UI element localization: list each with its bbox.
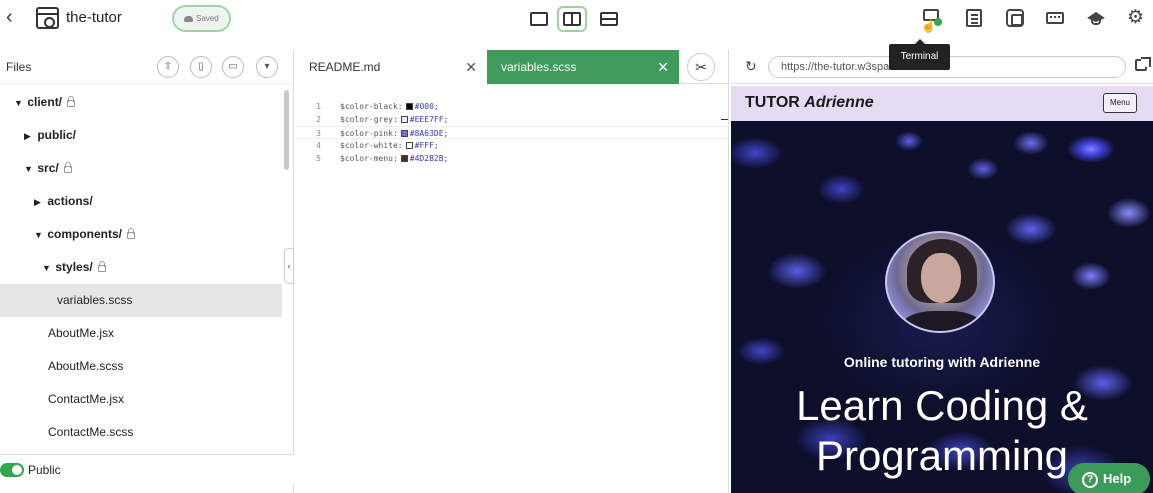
open-in-new-tab-icon[interactable] [1135, 57, 1151, 71]
tree-item-contactme-jsx[interactable]: ContactMe.jsx [0, 383, 282, 416]
reload-icon[interactable]: ↻ [745, 58, 757, 75]
public-toggle-row: Public [0, 454, 294, 484]
close-icon[interactable]: ✕ [465, 50, 477, 84]
lock-icon [63, 162, 72, 173]
avatar [885, 231, 995, 333]
files-label: Files [6, 60, 32, 74]
tree-item-client[interactable]: ▼ client/ [0, 86, 282, 119]
editor-tabs: README.md ✕ variables.scss ✕ ✂ [295, 50, 729, 84]
caret-down-icon: ▼ [14, 98, 23, 108]
layout-single-button[interactable] [524, 6, 554, 32]
cloud-icon [184, 15, 193, 22]
saved-status-badge: Saved [172, 5, 231, 32]
code-line: 5 $color-menu: #4D2B2B; [316, 154, 449, 163]
color-swatch [405, 142, 413, 149]
caret-right-icon: ▶ [24, 131, 31, 141]
graduation-cap-icon[interactable] [1087, 9, 1105, 27]
code-line: 3 $color-pink: #8A63DE; [295, 126, 729, 139]
split-vertical-icon [563, 12, 581, 26]
caret-right-icon: ▶ [34, 197, 41, 207]
new-file-icon[interactable]: ▯ [190, 56, 212, 78]
tree-item-public[interactable]: ▶ public/ [0, 119, 282, 152]
tree-item-components[interactable]: ▼ components/ [0, 218, 282, 251]
saved-label: Saved [196, 14, 219, 23]
project-icon [36, 7, 59, 29]
editor-tools-icon[interactable]: ✂ [687, 53, 715, 81]
site-navbar: TUTOR Adrienne Menu [731, 86, 1153, 121]
keyboard-icon[interactable] [1046, 12, 1064, 24]
notes-icon[interactable] [966, 9, 982, 27]
text-cursor [721, 119, 728, 120]
new-folder-icon[interactable]: ▭ [222, 56, 244, 78]
cpu-icon[interactable] [1006, 9, 1024, 27]
upload-icon[interactable]: ⇧ [157, 56, 179, 78]
public-toggle[interactable] [0, 463, 24, 477]
site-preview: TUTOR Adrienne Menu Online tutoring with… [731, 86, 1153, 493]
code-line: 4 $color-white: #FFF; [316, 141, 439, 150]
color-swatch [400, 130, 408, 137]
tree-item-contactme-scss[interactable]: ContactMe.scss [0, 416, 282, 449]
code-line: 1 $color-black: #000; [316, 102, 439, 111]
tree-item-aboutme-scss[interactable]: AboutMe.scss [0, 350, 282, 383]
project-title: the-tutor [66, 9, 122, 26]
files-header: Files ⇧ ▯ ▭ ▾ [0, 50, 294, 84]
split-horizontal-icon [600, 12, 618, 26]
tree-item-styles[interactable]: ▼ styles/ [0, 251, 282, 284]
caret-down-icon: ▼ [42, 263, 51, 273]
terminal-tooltip: Terminal [889, 39, 950, 70]
caret-down-icon: ▼ [24, 164, 33, 174]
tree-item-actions[interactable]: ▶ actions/ [0, 185, 282, 218]
hero-subtitle: Online tutoring with Adrienne [843, 354, 1041, 370]
tree-item-src[interactable]: ▼ src/ [0, 152, 282, 185]
lock-icon [67, 96, 76, 107]
layout-split-vertical-button[interactable] [557, 6, 587, 32]
back-arrow-icon[interactable]: ‹ [6, 7, 24, 28]
hero-section: Online tutoring with Adrienne Learn Codi… [731, 121, 1153, 493]
color-swatch [405, 103, 413, 110]
code-line: 2 $color-grey: #EEE7FF; [316, 115, 449, 124]
public-label: Public [28, 463, 61, 477]
question-icon: ? [1082, 472, 1098, 488]
top-bar: ‹ the-tutor Saved ☝ ⚙ [0, 0, 1153, 38]
tab-variables-scss[interactable]: variables.scss ✕ [487, 50, 679, 84]
site-brand[interactable]: TUTOR Adrienne [745, 94, 874, 112]
caret-down-icon: ▼ [34, 230, 43, 240]
file-tree-scrollbar[interactable] [284, 90, 289, 170]
single-pane-icon [530, 12, 548, 26]
files-panel: Files ⇧ ▯ ▭ ▾ ▼ client/ ▶ public/ ▼ src/… [0, 50, 294, 493]
tab-readme[interactable]: README.md ✕ [295, 50, 487, 84]
lock-icon [127, 228, 136, 239]
close-icon[interactable]: ✕ [657, 50, 669, 84]
layout-split-horizontal-button[interactable] [594, 6, 624, 32]
site-menu-button[interactable]: Menu [1103, 93, 1137, 113]
editor-panel: README.md ✕ variables.scss ✕ ✂ 1 $color-bla… [295, 50, 729, 493]
preview-panel: ↻ https://the-tutor.w3spaces.com TUTOR A… [731, 50, 1153, 493]
color-swatch [400, 155, 408, 162]
terminal-icon[interactable]: ☝ [921, 9, 942, 33]
color-swatch [400, 116, 408, 123]
hand-cursor-icon: ☝ [921, 19, 936, 33]
tree-item-aboutme-jsx[interactable]: AboutMe.jsx [0, 317, 282, 350]
help-button[interactable]: ? Help [1068, 463, 1150, 493]
lock-icon [97, 261, 106, 272]
gear-icon[interactable]: ⚙ [1127, 8, 1145, 27]
code-editor[interactable]: 1 $color-black: #000; 2 $color-grey: #EEE7FF… [295, 100, 729, 165]
dropdown-icon[interactable]: ▾ [256, 56, 278, 78]
tree-item-variables-scss[interactable]: variables.scss [0, 284, 282, 317]
collapse-panel-handle[interactable]: ‹ [284, 248, 294, 284]
